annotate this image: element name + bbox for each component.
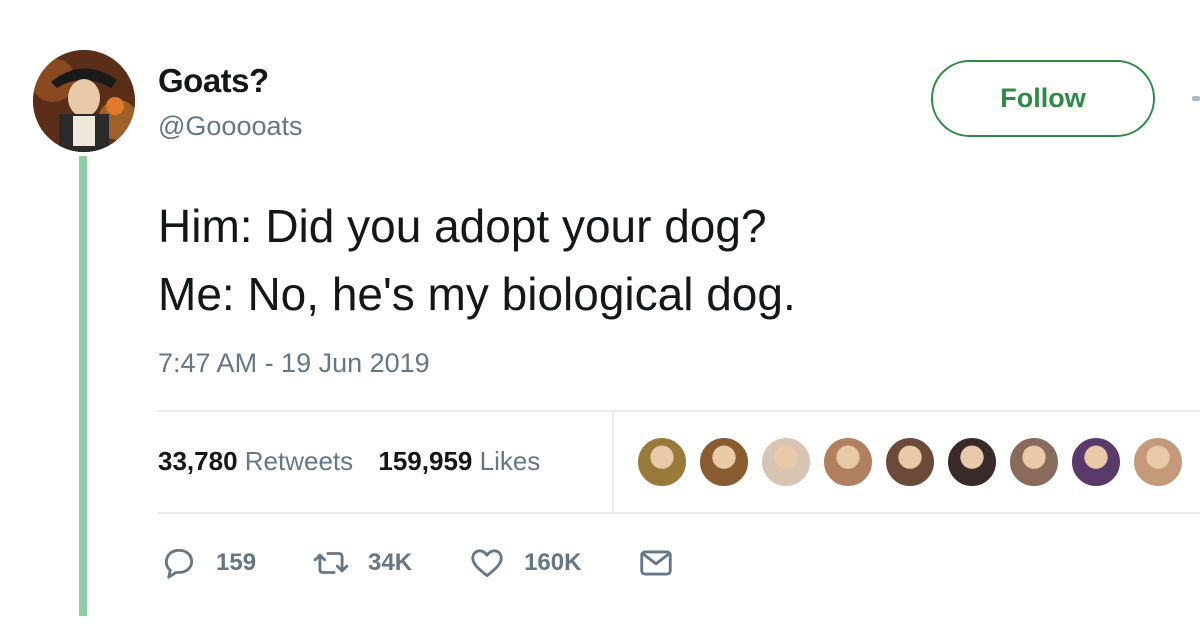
liker-avatar[interactable] (1132, 436, 1184, 488)
retweet-button[interactable]: 34K (312, 544, 412, 582)
like-count: 160K (524, 549, 582, 576)
stats-divider (612, 412, 614, 512)
likes-label: Likes (479, 446, 541, 476)
liker-avatar[interactable] (1070, 436, 1122, 488)
liker-avatar[interactable] (698, 436, 750, 488)
retweets-stat[interactable]: 33,780 Retweets (158, 446, 371, 476)
liker-avatar[interactable] (946, 436, 998, 488)
divider (158, 512, 1200, 514)
liker-avatar[interactable] (884, 436, 936, 488)
user-display-name[interactable]: Goats? (158, 62, 269, 100)
liker-avatar[interactable] (822, 436, 874, 488)
engagement-stats: 33,780 Retweets 159,959 Likes (158, 446, 558, 477)
portrait-avatar-icon (33, 50, 135, 152)
liker-avatar[interactable] (760, 436, 812, 488)
retweet-icon (313, 552, 349, 574)
user-handle[interactable]: @Gooooats (158, 111, 303, 142)
user-avatar[interactable] (33, 50, 135, 152)
tweet-actions: 159 34K 160K (160, 544, 749, 582)
divider (158, 410, 1200, 412)
retweets-label: Retweets (244, 446, 354, 476)
liker-avatar[interactable] (636, 436, 688, 488)
direct-message-button[interactable] (637, 544, 693, 582)
heart-icon (471, 549, 503, 578)
follow-button[interactable]: Follow (931, 60, 1155, 137)
retweets-count: 33,780 (158, 446, 238, 476)
retweet-count: 34K (368, 549, 413, 576)
thread-line (79, 156, 87, 616)
likes-count: 159,959 (378, 446, 473, 476)
liker-avatar[interactable] (1008, 436, 1060, 488)
tweet-text: Him: Did you adopt your dog? Me: No, he'… (158, 192, 796, 328)
liker-avatars (636, 436, 1194, 488)
envelope-icon (640, 550, 673, 576)
reply-count: 159 (216, 549, 257, 576)
reply-icon (164, 548, 194, 579)
reply-button[interactable]: 159 (160, 544, 256, 582)
tweet-text-line: Me: No, he's my biological dog. (158, 268, 796, 320)
tweet-timestamp[interactable]: 7:47 AM - 19 Jun 2019 (158, 348, 430, 379)
like-button[interactable]: 160K (468, 544, 581, 582)
more-options-icon[interactable] (1192, 96, 1200, 101)
likes-stat[interactable]: 159,959 Likes (378, 446, 558, 476)
tweet-text-line: Him: Did you adopt your dog? (158, 200, 767, 252)
